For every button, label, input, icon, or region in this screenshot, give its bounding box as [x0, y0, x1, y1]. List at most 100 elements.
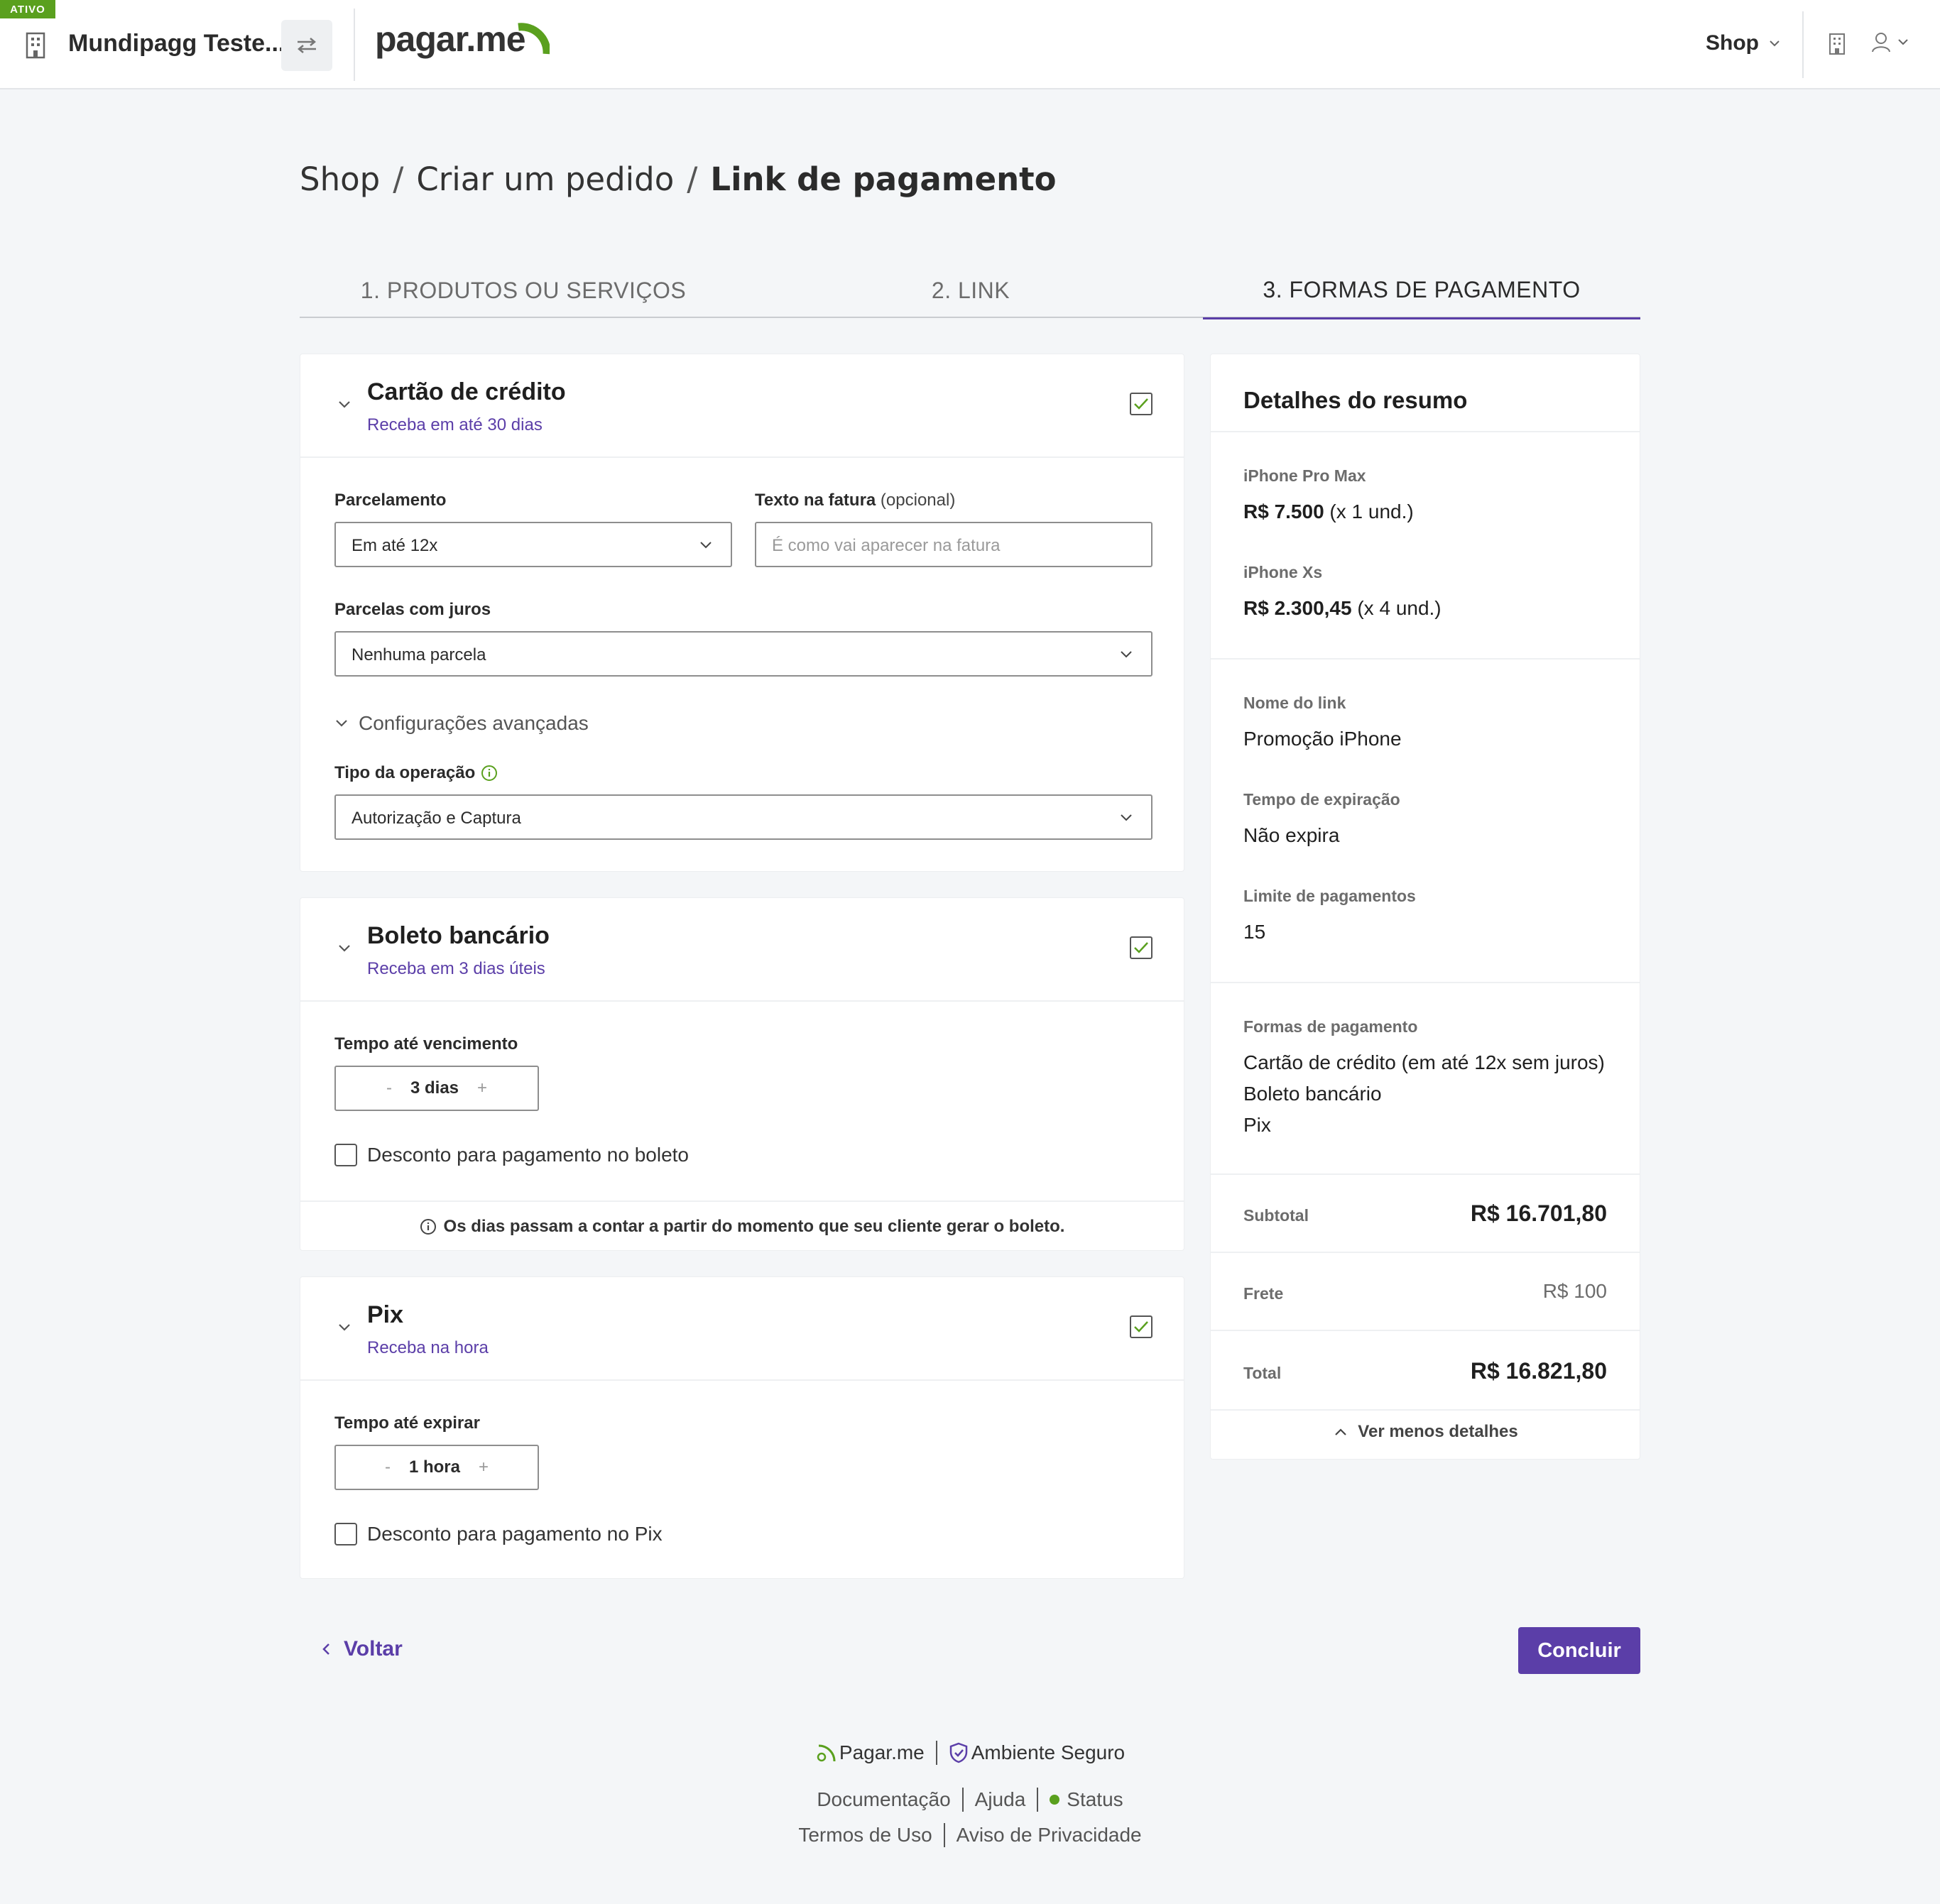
header-divider	[354, 9, 355, 81]
shop-menu[interactable]: Shop	[1706, 31, 1780, 55]
toggle-details-button[interactable]: Ver menos detalhes	[1211, 1422, 1641, 1442]
logo-arc-icon	[518, 23, 550, 55]
credit-card-subtitle: Receba em até 30 dias	[367, 415, 543, 434]
payment-limit-label: Limite de pagamentos	[1243, 887, 1416, 905]
interest-installments-value: Nenhuma parcela	[352, 645, 486, 664]
product-name: iPhone Xs	[1243, 563, 1323, 581]
chevron-down-icon[interactable]	[336, 1318, 353, 1335]
pix-discount-label[interactable]: Desconto para pagamento no Pix	[367, 1523, 663, 1545]
step-link[interactable]: 2. LINK	[747, 263, 1194, 318]
user-icon	[1872, 33, 1890, 53]
top-header: ATIVO Mundipagg Teste... pagar.me Shop	[0, 0, 1940, 89]
installments-value: Em até 12x	[352, 536, 438, 555]
pix-section: Pix Receba na hora Tempo até expirar - 1…	[300, 1276, 1184, 1579]
company-name[interactable]: Mundipagg Teste...	[68, 30, 285, 58]
shop-menu-label: Shop	[1706, 31, 1759, 55]
pix-discount-checkbox[interactable]	[334, 1523, 357, 1545]
pix-header[interactable]: Pix Receba na hora	[300, 1277, 1184, 1381]
invoice-text-optional: (opcional)	[880, 491, 956, 510]
help-link[interactable]: Ajuda	[975, 1788, 1026, 1811]
footer-legal-row: Termos de Uso Aviso de Privacidade	[0, 1823, 1940, 1847]
step-products[interactable]: 1. PRODUTOS OU SERVIÇOS	[300, 263, 747, 318]
divider	[1211, 1409, 1640, 1411]
footer-separator	[935, 1741, 937, 1765]
finish-button[interactable]: Concluir	[1518, 1627, 1640, 1674]
due-time-label: Tempo até vencimento	[334, 1034, 518, 1054]
credit-card-header[interactable]: Cartão de crédito Receba em até 30 dias	[300, 354, 1184, 458]
decrement-button[interactable]: -	[385, 1457, 391, 1477]
back-button[interactable]: Voltar	[321, 1637, 403, 1661]
divider	[1211, 1252, 1640, 1253]
credit-card-checkbox[interactable]	[1130, 393, 1152, 415]
boleto-checkbox[interactable]	[1130, 936, 1152, 959]
swap-arrows-icon	[298, 38, 316, 53]
divider	[1211, 431, 1640, 432]
expire-time-value: 1 hora	[408, 1457, 460, 1477]
advanced-settings-label: Configurações avançadas	[359, 712, 589, 734]
due-time-stepper[interactable]: - 3 dias +	[334, 1066, 539, 1111]
interest-installments-select[interactable]: Nenhuma parcela	[334, 631, 1152, 677]
invoice-text-input[interactable]: É como vai aparecer na fatura	[755, 522, 1152, 567]
operation-type-select[interactable]: Autorização e Captura	[334, 794, 1152, 840]
organization-icon[interactable]	[1826, 33, 1848, 55]
installments-select[interactable]: Em até 12x	[334, 522, 732, 567]
status-badge: ATIVO	[0, 0, 55, 18]
footer-brand[interactable]: Pagar.me	[815, 1741, 925, 1764]
shield-check-icon	[949, 1742, 967, 1763]
chevron-down-icon[interactable]	[336, 395, 353, 412]
pix-title: Pix	[367, 1301, 404, 1328]
boleto-note-text: Os dias passam a contar a partir do mome…	[443, 1217, 1065, 1236]
expire-time-stepper[interactable]: - 1 hora +	[334, 1445, 539, 1490]
status-link[interactable]: Status	[1050, 1788, 1123, 1811]
privacy-link[interactable]: Aviso de Privacidade	[957, 1824, 1142, 1846]
boleto-subtitle: Receba em 3 dias úteis	[367, 959, 545, 978]
user-menu[interactable]	[1870, 31, 1909, 53]
pagarme-logo: pagar.me	[375, 19, 526, 59]
invoice-text-label-main: Texto na fatura	[755, 491, 876, 510]
footer-secure: Ambiente Seguro	[949, 1741, 1125, 1764]
switch-company-button[interactable]	[281, 20, 332, 71]
invoice-text-label: Texto na fatura (opcional)	[755, 491, 955, 510]
chevron-down-icon	[1898, 39, 1908, 45]
payment-method-item: Boleto bancário	[1243, 1083, 1382, 1105]
divider	[1211, 1330, 1640, 1331]
divider	[1211, 982, 1640, 983]
invoice-text-placeholder: É como vai aparecer na fatura	[772, 536, 1001, 555]
summary-panel: Detalhes do resumo iPhone Pro Max R$ 7.5…	[1210, 354, 1640, 1460]
boleto-section: Boleto bancário Receba em 3 dias úteis T…	[300, 897, 1184, 1251]
chevron-down-icon[interactable]	[336, 939, 353, 956]
boleto-discount-label[interactable]: Desconto para pagamento no boleto	[367, 1144, 689, 1166]
terms-link[interactable]: Termos de Uso	[798, 1824, 932, 1846]
boleto-discount-checkbox[interactable]	[334, 1144, 357, 1166]
footer-links-row: Documentação Ajuda Status	[0, 1788, 1940, 1812]
payment-method-item: Pix	[1243, 1114, 1271, 1136]
breadcrumb-separator: /	[687, 160, 698, 198]
operation-type-label-text: Tipo da operação	[334, 763, 476, 782]
operation-type-label: Tipo da operação	[334, 763, 498, 783]
chevron-down-icon	[700, 542, 712, 549]
chevron-left-icon	[322, 1643, 329, 1655]
installments-label: Parcelamento	[334, 491, 447, 510]
docs-link[interactable]: Documentação	[817, 1788, 950, 1811]
breadcrumb-separator: /	[393, 160, 404, 198]
decrement-button[interactable]: -	[386, 1078, 392, 1098]
back-button-label: Voltar	[344, 1637, 403, 1660]
product-price-line: R$ 7.500 (x 1 und.)	[1243, 500, 1414, 523]
footer-brand-row: Pagar.me Ambiente Seguro	[0, 1741, 1940, 1765]
breadcrumb-create-order[interactable]: Criar um pedido	[416, 160, 674, 198]
pix-checkbox[interactable]	[1130, 1315, 1152, 1338]
header-divider-right	[1802, 11, 1804, 78]
status-link-label: Status	[1067, 1788, 1123, 1810]
step-payment-methods[interactable]: 3. FORMAS DE PAGAMENTO	[1203, 263, 1640, 319]
operation-type-value: Autorização e Captura	[352, 809, 521, 828]
increment-button[interactable]: +	[477, 1078, 487, 1098]
breadcrumb-shop[interactable]: Shop	[300, 160, 380, 198]
checkmark-icon	[1134, 942, 1148, 953]
divider	[1211, 658, 1640, 660]
advanced-settings-toggle[interactable]: Configurações avançadas	[334, 712, 589, 735]
info-icon[interactable]	[481, 765, 498, 782]
increment-button[interactable]: +	[479, 1457, 489, 1477]
expiration-value: Não expira	[1243, 824, 1340, 846]
credit-card-title: Cartão de crédito	[367, 378, 566, 405]
boleto-header[interactable]: Boleto bancário Receba em 3 dias úteis	[300, 898, 1184, 1002]
